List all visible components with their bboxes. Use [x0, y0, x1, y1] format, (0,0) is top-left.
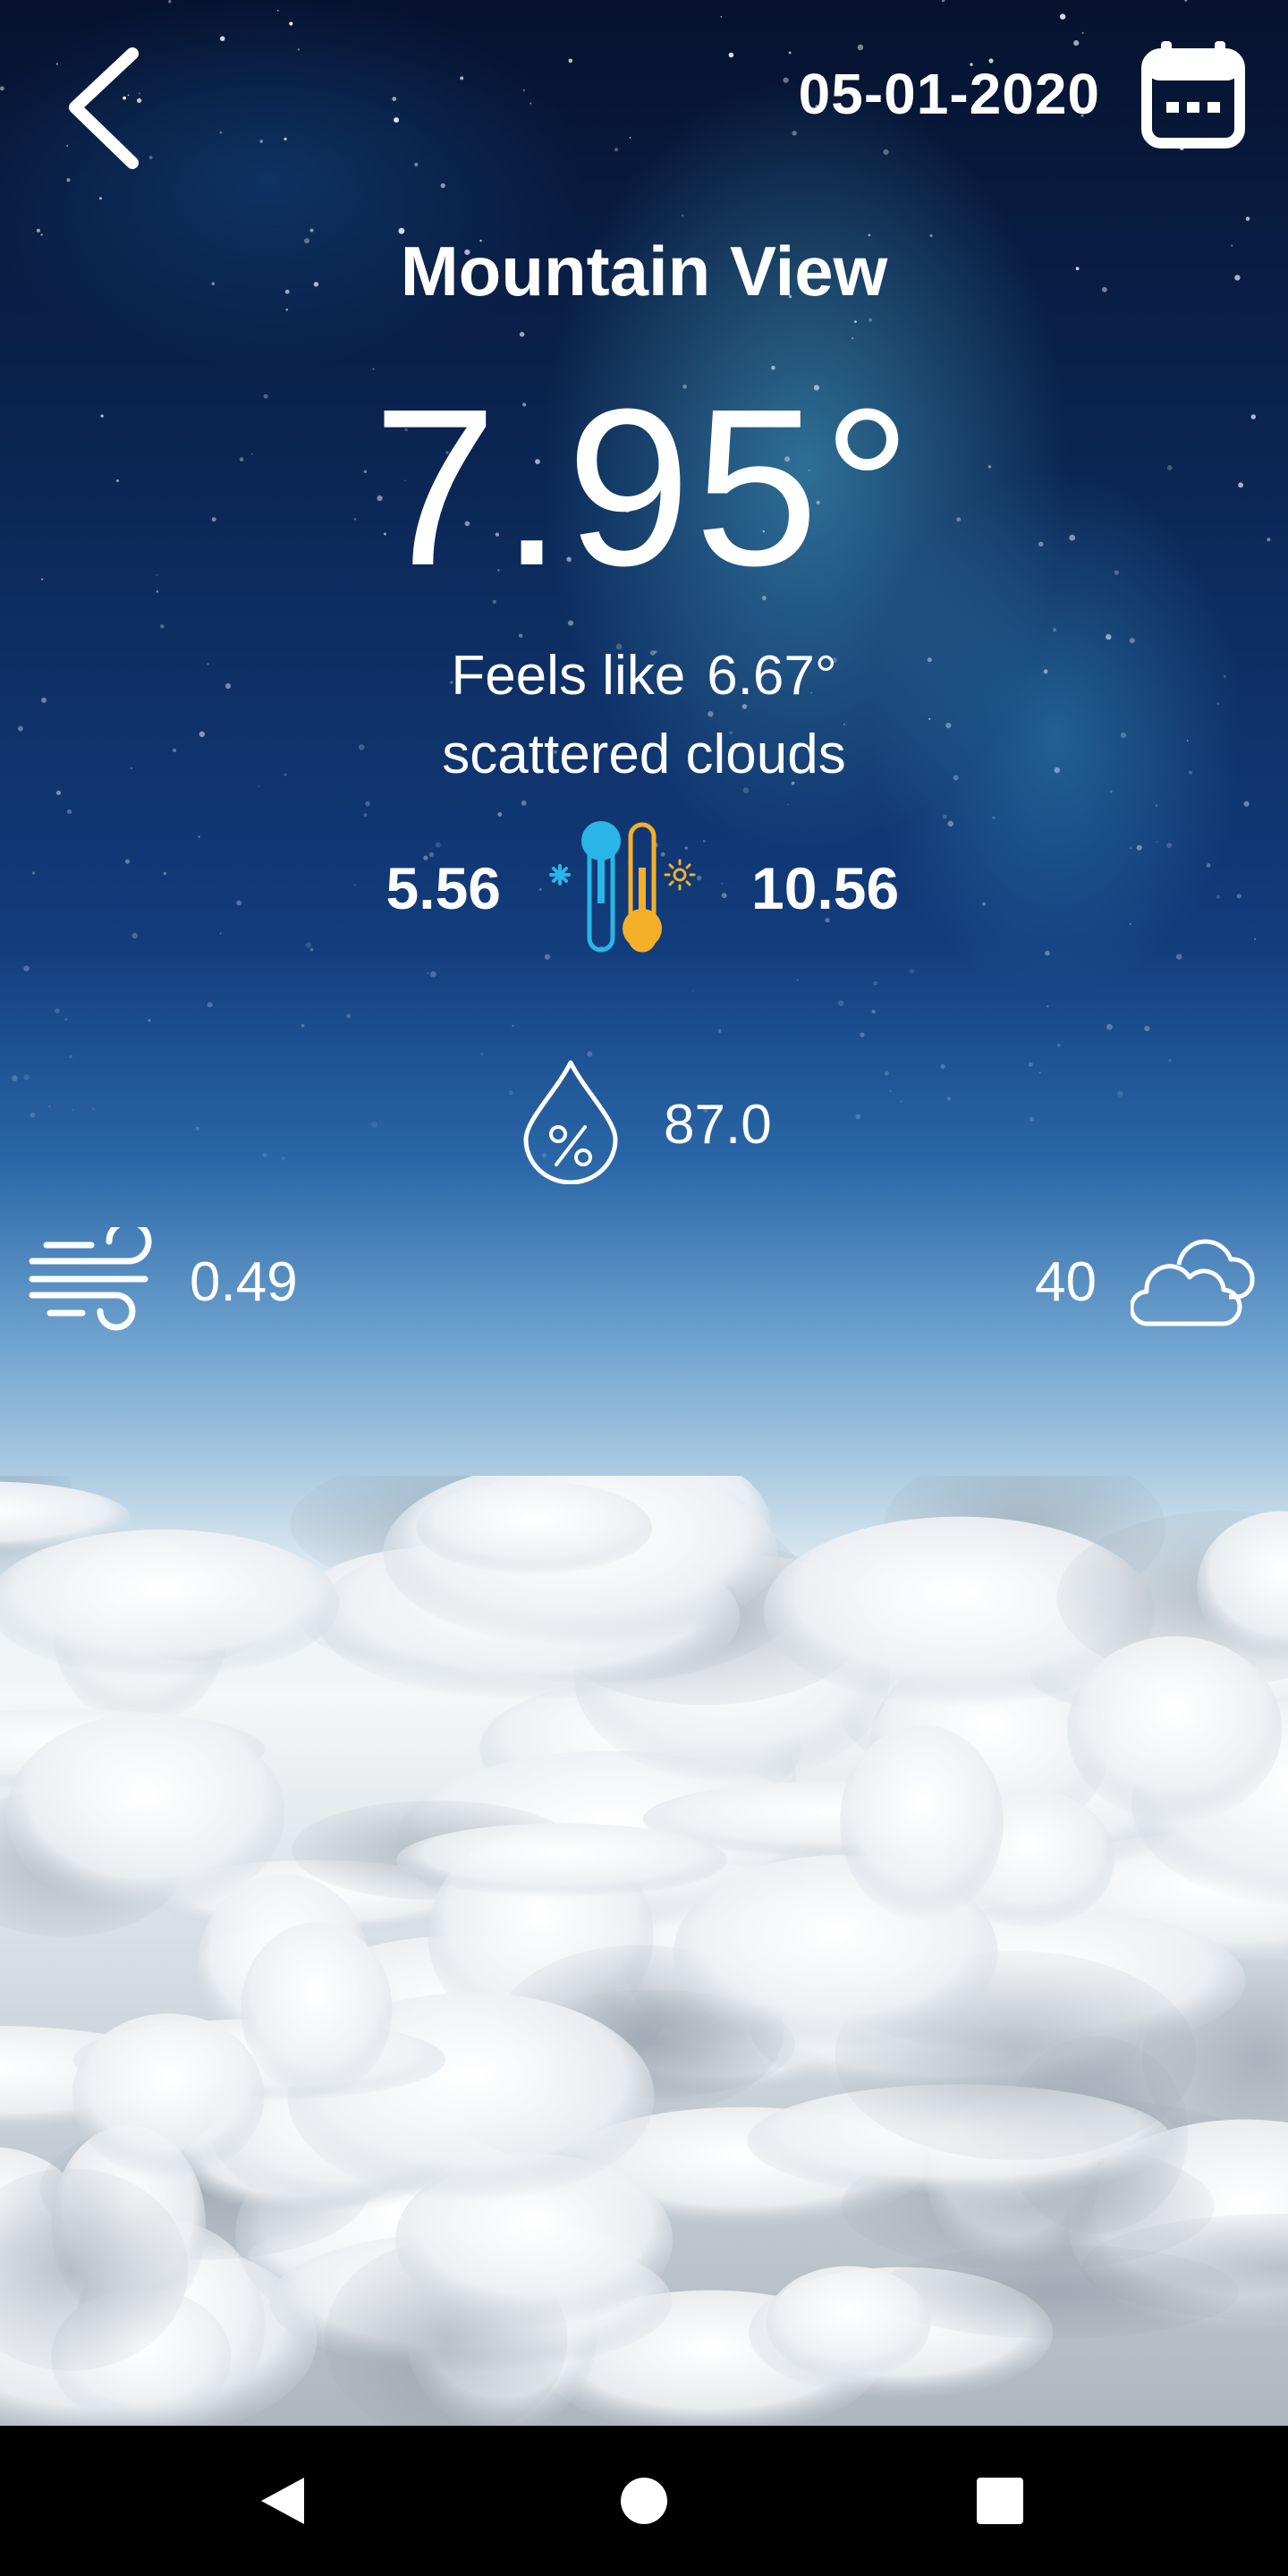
date-label[interactable]: 05-01-2020: [799, 61, 1100, 127]
temp-min: 5.56: [386, 855, 501, 921]
clouds-background: [0, 1476, 1288, 2426]
wind-speed-value: 0.49: [190, 1251, 298, 1313]
nav-back-button[interactable]: [256, 2474, 309, 2528]
humidity-value: 87.0: [664, 1094, 772, 1156]
thermometer-icon: [549, 821, 696, 953]
weather-description: scattered clouds: [442, 724, 846, 785]
nav-back-icon: [261, 2478, 304, 2524]
feels-like-value: 6.67°: [707, 645, 837, 707]
system-navbar: [0, 2426, 1288, 2576]
feels-like-label: Feels like: [451, 645, 686, 707]
nav-home-button[interactable]: [621, 2478, 667, 2524]
back-button[interactable]: [63, 43, 152, 177]
stars-background: [0, 0, 1271, 1161]
calendar-icon: [1141, 41, 1245, 148]
cloudiness-value: 40: [1035, 1251, 1097, 1313]
calendar-button[interactable]: [1141, 38, 1245, 150]
current-temperature: 7.95°: [372, 362, 916, 612]
weather-screen: 05-01-2020 Mountain View 7.95° Feels lik…: [0, 0, 1288, 2576]
humidity-icon: [523, 1060, 618, 1184]
feels-like: Feels like 6.67°: [0, 644, 1288, 708]
temp-max: 10.56: [751, 855, 900, 921]
wind-icon: [29, 1227, 152, 1331]
city-name: Mountain View: [400, 232, 888, 310]
clouds-icon: [1131, 1239, 1255, 1326]
nav-recents-button[interactable]: [977, 2478, 1023, 2524]
chevron-left-icon: [69, 47, 139, 169]
